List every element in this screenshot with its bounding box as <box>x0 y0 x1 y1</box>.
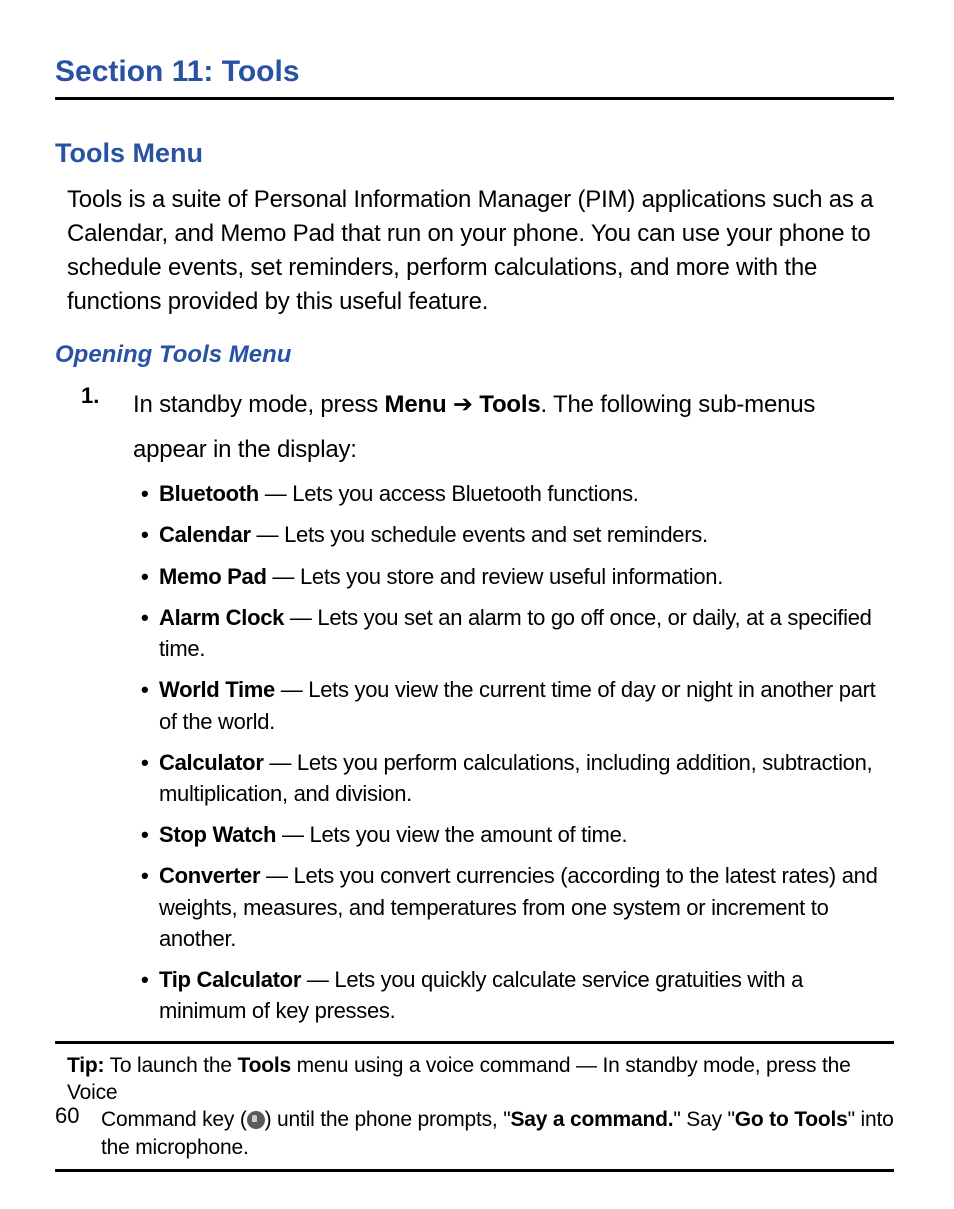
list-item: • Tip Calculator — Lets you quickly calc… <box>141 964 894 1026</box>
list-item: • Memo Pad — Lets you store and review u… <box>141 561 894 592</box>
bullet-body: Bluetooth — Lets you access Bluetooth fu… <box>159 478 894 509</box>
tip-say-bold: Say a command. <box>510 1108 673 1131</box>
tip-rule-top <box>55 1041 894 1044</box>
list-item: • Converter — Lets you convert currencie… <box>141 860 894 954</box>
bullet-icon: • <box>141 561 159 592</box>
bullet-desc: — Lets you perform calculations, includi… <box>159 750 872 806</box>
list-item: • Alarm Clock — Lets you set an alarm to… <box>141 602 894 664</box>
heading-tools-menu: Tools Menu <box>55 138 894 169</box>
list-item: • Stop Watch — Lets you view the amount … <box>141 819 894 850</box>
tip-label: Tip: <box>67 1054 104 1077</box>
bullet-name: Calendar <box>159 522 251 547</box>
intro-paragraph: Tools is a suite of Personal Information… <box>67 183 894 319</box>
tip-line2a: Command key ( <box>101 1108 247 1131</box>
step-menu-bold: Menu <box>385 391 447 418</box>
tip-rule-bottom <box>55 1169 894 1172</box>
bullet-desc: — Lets you store and review useful infor… <box>267 564 723 589</box>
bullet-name: Stop Watch <box>159 822 276 847</box>
step-tools-bold: Tools <box>479 391 540 418</box>
bullet-icon: • <box>141 602 159 664</box>
bullet-name: Calculator <box>159 750 264 775</box>
bullet-desc: — Lets you convert currencies (according… <box>159 863 878 950</box>
bullet-body: World Time — Lets you view the current t… <box>159 674 894 736</box>
bullet-body: Tip Calculator — Lets you quickly calcul… <box>159 964 894 1026</box>
list-item: • Calendar — Lets you schedule events an… <box>141 519 894 550</box>
bullet-body: Calculator — Lets you perform calculatio… <box>159 747 894 809</box>
bullet-name: Tip Calculator <box>159 967 301 992</box>
step-number: 1. <box>81 383 133 472</box>
section-title: Section 11: Tools <box>55 55 894 89</box>
bullet-icon: • <box>141 519 159 550</box>
bullet-icon: • <box>141 860 159 954</box>
bullet-name: Memo Pad <box>159 564 267 589</box>
tip-mid2: " Say " <box>673 1108 734 1131</box>
bullet-icon: • <box>141 819 159 850</box>
page-number: 60 <box>55 1103 79 1129</box>
arrow-icon: ➔ <box>446 391 479 418</box>
heading-opening-tools-menu: Opening Tools Menu <box>55 341 894 369</box>
tip-box: Tip: To launch the Tools menu using a vo… <box>55 1052 894 1161</box>
submenu-list: • Bluetooth — Lets you access Bluetooth … <box>141 478 894 1027</box>
tip-goto-bold: Go to Tools <box>735 1108 848 1131</box>
bullet-icon: • <box>141 478 159 509</box>
bullet-body: Calendar — Lets you schedule events and … <box>159 519 894 550</box>
bullet-body: Stop Watch — Lets you view the amount of… <box>159 819 894 850</box>
list-item: • Bluetooth — Lets you access Bluetooth … <box>141 478 894 509</box>
section-rule <box>55 97 894 100</box>
bullet-desc: — Lets you view the amount of time. <box>276 822 627 847</box>
tip-line2b: ) until the phone prompts, " <box>265 1108 511 1131</box>
step-body: In standby mode, press Menu ➔ Tools. The… <box>133 383 894 472</box>
step-text-pre: In standby mode, press <box>133 391 385 418</box>
bullet-body: Converter — Lets you convert currencies … <box>159 860 894 954</box>
bullet-name: Converter <box>159 863 260 888</box>
bullet-desc: — Lets you access Bluetooth functions. <box>259 481 639 506</box>
voice-command-key-icon <box>247 1111 265 1129</box>
bullet-body: Memo Pad — Lets you store and review use… <box>159 561 894 592</box>
bullet-name: Alarm Clock <box>159 605 284 630</box>
bullet-name: World Time <box>159 677 275 702</box>
bullet-name: Bluetooth <box>159 481 259 506</box>
bullet-body: Alarm Clock — Lets you set an alarm to g… <box>159 602 894 664</box>
tip-pre: To launch the <box>104 1054 237 1077</box>
tip-tools-bold: Tools <box>238 1054 291 1077</box>
list-item: • World Time — Lets you view the current… <box>141 674 894 736</box>
bullet-icon: • <box>141 674 159 736</box>
bullet-desc: — Lets you schedule events and set remin… <box>251 522 708 547</box>
list-item: • Calculator — Lets you perform calculat… <box>141 747 894 809</box>
bullet-icon: • <box>141 964 159 1026</box>
step-1: 1. In standby mode, press Menu ➔ Tools. … <box>81 383 894 472</box>
bullet-icon: • <box>141 747 159 809</box>
